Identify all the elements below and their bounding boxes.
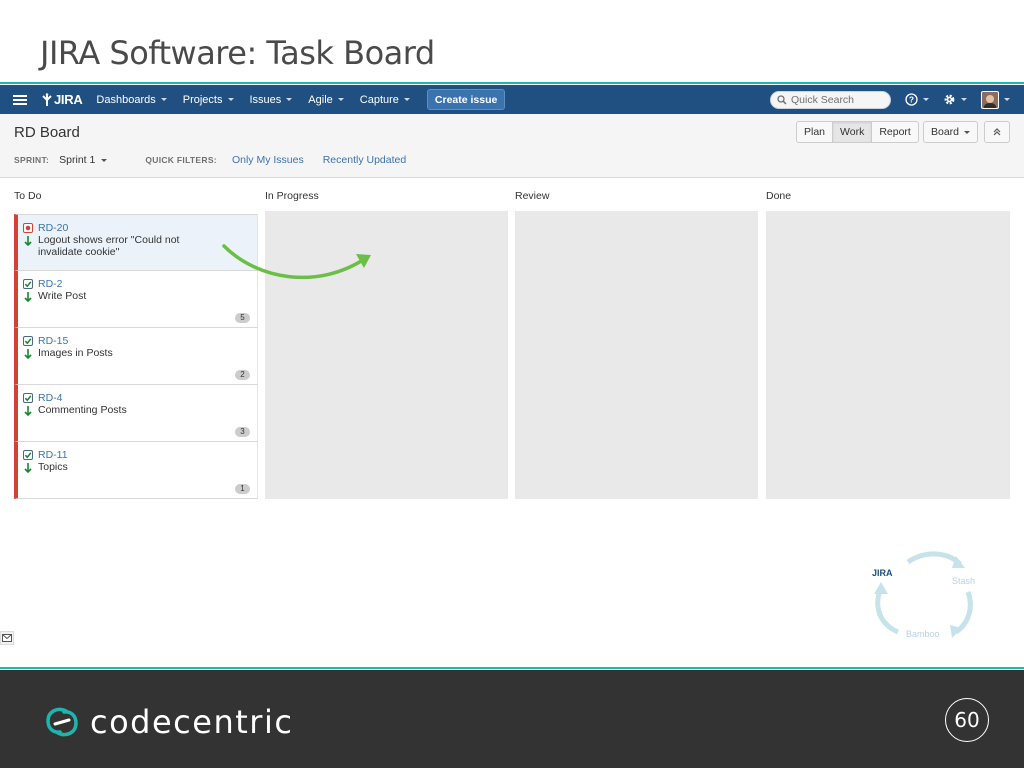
filter-only-my-issues[interactable]: Only My Issues	[232, 154, 304, 166]
bottom-accent-line	[0, 667, 1024, 669]
nav-item-agile[interactable]: Agile	[308, 93, 344, 106]
user-avatar[interactable]	[981, 90, 999, 109]
task-icon	[23, 393, 33, 403]
priority-low-icon	[24, 292, 32, 302]
help-button[interactable]: ?	[905, 93, 929, 106]
story-points-badge: 3	[235, 427, 250, 437]
plan-mode-button[interactable]: Plan	[796, 121, 834, 143]
codecentric-logo-icon	[46, 707, 78, 737]
graphic-label-stash: Stash	[952, 576, 975, 586]
help-icon: ?	[905, 93, 918, 106]
nav-item-label: Capture	[359, 93, 399, 106]
column-header-review: Review	[515, 190, 550, 202]
sprint-label: SPRINT:	[14, 155, 50, 165]
issue-summary: Topics	[38, 461, 68, 473]
graphic-label-jira: JIRA	[872, 568, 893, 578]
collapse-header-button[interactable]	[984, 121, 1010, 143]
chevron-down-icon[interactable]	[1004, 98, 1010, 101]
gear-icon	[944, 94, 955, 105]
issue-key[interactable]: RD-20	[38, 222, 68, 234]
issue-key[interactable]: RD-15	[38, 335, 68, 347]
issue-card-rd-4[interactable]: RD-4 Commenting Posts 3	[14, 385, 258, 442]
feedback-envelope-icon[interactable]	[0, 631, 14, 645]
sprint-select-value: Sprint 1	[59, 154, 96, 166]
nav-item-label: Agile	[308, 93, 333, 106]
chevron-down-icon	[337, 98, 344, 101]
column-header-done: Done	[766, 190, 792, 202]
board-title: RD Board	[14, 124, 80, 141]
report-mode-button[interactable]: Report	[871, 121, 919, 143]
task-icon	[23, 450, 33, 460]
issue-key[interactable]: RD-4	[38, 392, 63, 404]
issue-card-rd-15[interactable]: RD-15 Images in Posts 2	[14, 328, 258, 385]
priority-low-icon	[24, 463, 32, 473]
top-accent-line	[0, 82, 1024, 84]
chevron-down-icon	[961, 98, 967, 101]
column-header-in-progress: In Progress	[265, 190, 319, 202]
issue-summary: Images in Posts	[38, 347, 113, 359]
settings-button[interactable]	[943, 93, 967, 106]
jira-logo-icon	[42, 92, 52, 106]
priority-low-icon	[24, 406, 32, 416]
story-points-badge: 5	[235, 313, 250, 323]
issue-card-rd-11[interactable]: RD-11 Topics 1	[14, 442, 258, 499]
issue-summary: Commenting Posts	[38, 404, 127, 416]
graphic-label-bamboo: Bamboo	[906, 629, 940, 639]
chevron-down-icon	[101, 158, 108, 162]
issue-summary: Logout shows error "Could not invalidate…	[38, 234, 180, 258]
issue-summary: Write Post	[38, 290, 87, 302]
sprint-select[interactable]: Sprint 1	[59, 154, 108, 166]
nav-item-label: Issues	[249, 93, 282, 106]
work-mode-button[interactable]: Work	[832, 121, 873, 143]
priority-low-icon	[24, 236, 32, 246]
board-menu-button[interactable]: Board	[923, 121, 979, 143]
create-issue-button[interactable]: Create issue	[426, 89, 506, 110]
jira-logo[interactable]: JIRA	[41, 92, 83, 107]
slide-title: JIRA Software: Task Board	[40, 34, 435, 72]
search-placeholder: Quick Search	[791, 93, 855, 106]
chevron-down-icon	[160, 98, 167, 101]
nav-item-projects[interactable]: Projects	[183, 94, 234, 106]
menu-icon[interactable]	[13, 94, 27, 105]
chevron-double-up-icon	[993, 128, 1001, 136]
chevron-down-icon	[227, 98, 234, 101]
column-done[interactable]	[766, 211, 1010, 499]
story-points-badge: 2	[235, 370, 250, 380]
drag-arrow-annotation	[222, 244, 371, 280]
nav-menu: Dashboards Projects Issues Agile Capture	[96, 94, 425, 106]
codecentric-logo: codecentric	[44, 703, 293, 741]
chevron-down-icon	[964, 130, 971, 134]
bug-icon	[23, 223, 33, 233]
task-icon	[23, 336, 33, 346]
board-mode-switcher: Plan Work Report	[796, 121, 919, 143]
search-icon	[777, 94, 787, 105]
priority-low-icon	[24, 349, 32, 359]
filter-recently-updated[interactable]: Recently Updated	[323, 154, 406, 166]
column-review[interactable]	[515, 211, 758, 499]
chevron-down-icon	[923, 98, 929, 101]
quick-filters-label: QUICK FILTERS:	[145, 155, 217, 165]
column-header-todo: To Do	[14, 190, 42, 202]
nav-item-dashboards[interactable]: Dashboards	[96, 93, 167, 106]
svg-text:?: ?	[909, 95, 914, 105]
nav-item-label: Projects	[182, 93, 223, 106]
atlassian-tools-cycle-graphic: JIRA Stash Bamboo	[872, 551, 975, 639]
task-icon	[23, 279, 33, 289]
board-menu-label: Board	[931, 126, 960, 138]
issue-key[interactable]: RD-11	[38, 449, 68, 461]
page-number: 60	[945, 698, 989, 742]
jira-navbar: JIRA Dashboards Projects Issues Agile Ca…	[0, 85, 1024, 114]
chevron-down-icon	[403, 98, 410, 101]
nav-item-issues[interactable]: Issues	[250, 94, 293, 106]
nav-right: Quick Search ?	[770, 85, 1010, 114]
story-points-badge: 1	[235, 484, 250, 494]
codecentric-logo-text: codecentric	[90, 703, 294, 741]
chevron-down-icon	[286, 98, 293, 101]
sprint-filter-row: SPRINT: Sprint 1 QUICK FILTERS: Only My …	[14, 154, 406, 166]
nav-item-label: Dashboards	[96, 93, 156, 106]
nav-item-capture[interactable]: Capture	[360, 94, 410, 106]
jira-logo-text: JIRA	[54, 92, 83, 107]
issue-key[interactable]: RD-2	[38, 278, 63, 290]
quick-search-input[interactable]: Quick Search	[770, 90, 891, 109]
